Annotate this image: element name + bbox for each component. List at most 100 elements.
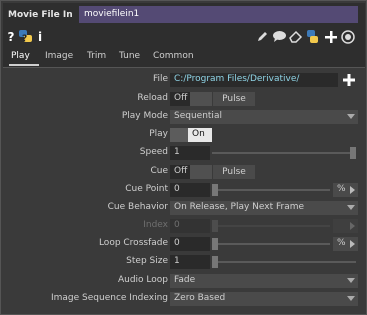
step-size-slider-knob[interactable] xyxy=(212,256,218,268)
play-toggle[interactable]: On xyxy=(170,128,212,142)
tab-image[interactable]: Image xyxy=(45,51,73,61)
play-label: Play xyxy=(149,129,168,139)
tab-bar: Play Image Trim Tune Common xyxy=(3,47,365,68)
chevron-down-icon xyxy=(347,114,355,119)
python-icon[interactable] xyxy=(305,29,320,44)
toggle-knob xyxy=(190,92,212,106)
index-value: 0 xyxy=(174,220,180,230)
loop-crossfade-field[interactable]: 0 xyxy=(170,237,210,251)
cue-point-unit: % xyxy=(337,184,346,194)
toggle-knob xyxy=(190,165,212,179)
tab-common[interactable]: Common xyxy=(153,51,194,61)
play-mode-value: Sequential xyxy=(174,111,222,121)
tab-play[interactable]: Play xyxy=(11,51,30,61)
chevron-right-icon xyxy=(350,240,355,248)
help-icon[interactable]: ? xyxy=(6,29,16,44)
header-icon-bar: ? ? i xyxy=(3,27,365,47)
loop-crossfade-value: 0 xyxy=(174,238,180,248)
operator-name-field[interactable]: moviefilein1 xyxy=(79,6,358,23)
param-loop-crossfade: Loop Crossfade 0 % xyxy=(3,236,363,252)
index-unit-button xyxy=(333,219,358,233)
image-sequence-indexing-value: Zero Based xyxy=(174,293,226,303)
play-mode-label: Play Mode xyxy=(121,111,168,121)
cue-behavior-value: On Release, Play Next Frame xyxy=(174,202,305,212)
param-reload: Reload Off Pulse xyxy=(3,91,363,107)
step-size-slider-track[interactable] xyxy=(212,261,356,263)
toggle-on-area: On xyxy=(188,128,212,142)
cue-pulse-button[interactable]: Pulse xyxy=(213,165,255,179)
param-speed: Speed 1 xyxy=(3,145,363,161)
loop-crossfade-unit-button[interactable]: % xyxy=(333,237,358,251)
play-state: On xyxy=(192,129,205,139)
cue-state: Off xyxy=(174,166,188,176)
title-bar: Movie File In moviefilein1 xyxy=(3,3,365,27)
operator-type-label: Movie File In xyxy=(8,10,73,20)
chevron-down-icon xyxy=(347,278,355,283)
cue-point-slider-knob[interactable] xyxy=(212,184,218,196)
info-icon[interactable]: i xyxy=(36,29,44,44)
add-icon[interactable] xyxy=(324,29,337,44)
target-icon[interactable] xyxy=(340,29,356,44)
eraser-icon[interactable] xyxy=(289,29,303,44)
cue-toggle[interactable]: Off xyxy=(170,165,212,179)
chevron-right-icon xyxy=(350,222,355,230)
loop-crossfade-unit: % xyxy=(337,238,346,248)
chevron-right-icon xyxy=(350,186,355,194)
cue-point-value: 0 xyxy=(174,184,180,194)
parameter-panel: Movie File In moviefilein1 ? ? i Play Im… xyxy=(0,0,367,315)
reload-toggle[interactable]: Off xyxy=(170,92,212,106)
tab-tune[interactable]: Tune xyxy=(119,51,140,61)
cue-behavior-dropdown[interactable]: On Release, Play Next Frame xyxy=(170,201,358,215)
svg-text:?: ? xyxy=(22,34,27,44)
image-sequence-indexing-dropdown[interactable]: Zero Based xyxy=(170,292,358,306)
python-help-icon[interactable]: ? xyxy=(17,29,33,44)
audio-loop-value: Fade xyxy=(174,275,196,285)
index-field: 0 xyxy=(170,219,210,233)
param-play-mode: Play Mode Sequential xyxy=(3,109,363,125)
speed-slider-track[interactable] xyxy=(212,152,356,154)
param-step-size: Step Size 1 xyxy=(3,254,363,270)
cue-point-label: Cue Point xyxy=(125,184,168,194)
speed-value: 1 xyxy=(174,147,180,157)
index-slider-track xyxy=(212,225,330,227)
loop-crossfade-slider-knob[interactable] xyxy=(212,238,218,250)
audio-loop-dropdown[interactable]: Fade xyxy=(170,274,358,288)
param-image-sequence-indexing: Image Sequence Indexing Zero Based xyxy=(3,291,363,307)
file-value: C:/Program Files/Derivative/ xyxy=(174,74,300,84)
file-label: File xyxy=(152,74,168,84)
tab-trim[interactable]: Trim xyxy=(87,51,106,61)
param-play: Play On xyxy=(3,127,363,143)
cue-point-field[interactable]: 0 xyxy=(170,183,210,197)
step-size-field[interactable]: 1 xyxy=(170,255,210,269)
cue-label: Cue xyxy=(150,166,168,176)
image-sequence-indexing-label: Image Sequence Indexing xyxy=(51,293,168,303)
cue-behavior-label: Cue Behavior xyxy=(107,202,168,212)
speed-label: Speed xyxy=(139,147,168,157)
step-size-label: Step Size xyxy=(126,256,168,266)
loop-crossfade-slider-track[interactable] xyxy=(212,243,330,245)
add-file-icon[interactable] xyxy=(343,74,355,89)
comment-icon[interactable] xyxy=(271,29,287,44)
loop-crossfade-label: Loop Crossfade xyxy=(98,238,168,248)
param-cue-point: Cue Point 0 % xyxy=(3,182,363,198)
chevron-down-icon xyxy=(347,296,355,301)
index-slider-knob xyxy=(212,220,218,232)
chevron-down-icon xyxy=(347,205,355,210)
param-cue-behavior: Cue Behavior On Release, Play Next Frame xyxy=(3,200,363,216)
reload-label: Reload xyxy=(137,93,168,103)
reload-pulse-button[interactable]: Pulse xyxy=(213,92,255,106)
param-index: Index 0 xyxy=(3,218,363,234)
active-tab-indicator xyxy=(9,64,39,66)
speed-slider-knob[interactable] xyxy=(350,147,356,159)
speed-field[interactable]: 1 xyxy=(170,146,210,160)
file-field[interactable]: C:/Program Files/Derivative/ xyxy=(170,73,338,87)
reload-state: Off xyxy=(174,93,188,103)
step-size-value: 1 xyxy=(174,256,180,266)
param-audio-loop: Audio Loop Fade xyxy=(3,273,363,289)
play-mode-dropdown[interactable]: Sequential xyxy=(170,110,358,124)
index-label: Index xyxy=(143,220,168,230)
cue-point-slider-track[interactable] xyxy=(212,189,330,191)
cue-point-unit-button[interactable]: % xyxy=(333,183,358,197)
pencil-icon[interactable] xyxy=(255,29,269,44)
audio-loop-label: Audio Loop xyxy=(117,275,168,285)
